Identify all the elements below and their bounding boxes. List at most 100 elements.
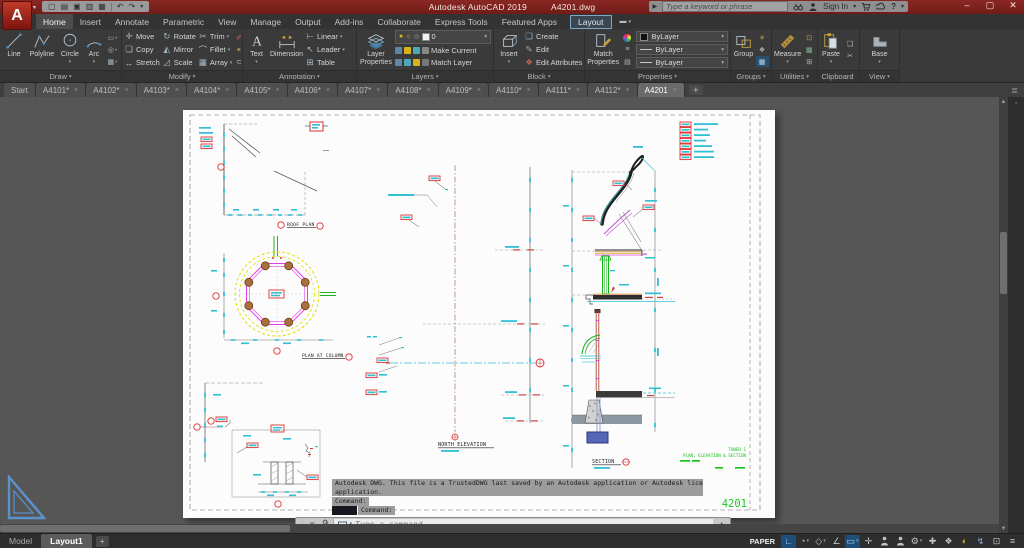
close-tab-icon[interactable]: × bbox=[527, 87, 531, 94]
ellipse-tool-icon[interactable]: ◎ bbox=[106, 44, 119, 55]
lineweight-list-icon[interactable]: ≡ bbox=[621, 44, 634, 55]
base-button[interactable]: Base bbox=[867, 30, 893, 69]
utilities-panel-label[interactable]: Utilities bbox=[772, 70, 817, 82]
linear-button[interactable]: ⊢Linear▾ bbox=[305, 30, 351, 43]
lineweight-dropdown[interactable]: ByLayer bbox=[636, 44, 728, 55]
file-tab[interactable]: A4112*× bbox=[588, 83, 638, 97]
app-store-cart-icon[interactable] bbox=[861, 2, 871, 12]
isometric-drafting-icon[interactable]: ◇ bbox=[813, 535, 828, 548]
table-button[interactable]: ⊞Table bbox=[305, 56, 351, 69]
scale-button[interactable]: ◿Scale bbox=[162, 56, 196, 69]
application-menu-arrow-icon[interactable]: ▾ bbox=[33, 4, 36, 11]
file-tabs-menu-icon[interactable]: ≣ bbox=[1011, 83, 1018, 97]
autodesk-account-icon[interactable] bbox=[876, 2, 886, 12]
calculator-icon[interactable]: ⊞ bbox=[803, 56, 816, 67]
array-button[interactable]: ▦Array▾ bbox=[198, 56, 231, 69]
color-wheel-icon[interactable] bbox=[621, 32, 634, 43]
explode-icon[interactable]: ✴ bbox=[233, 44, 242, 55]
horizontal-scroll-thumb[interactable] bbox=[0, 525, 290, 532]
ribbon-tab-parametric[interactable]: Parametric bbox=[156, 14, 211, 29]
close-tab-icon[interactable]: × bbox=[626, 87, 630, 94]
layer-dropdown[interactable]: ● ☼ ⊙ 0 bbox=[395, 30, 491, 44]
close-tab-icon[interactable]: × bbox=[225, 87, 229, 94]
insert-button[interactable]: Insert bbox=[496, 30, 522, 69]
grid-snap-icon[interactable]: ∟ bbox=[781, 535, 796, 548]
ungroup-icon[interactable]: ✳ bbox=[756, 32, 769, 43]
search-go-icon[interactable]: ▶ bbox=[653, 3, 658, 10]
copy-button[interactable]: ❏Copy bbox=[124, 43, 160, 56]
help-icon[interactable]: ? bbox=[891, 2, 896, 11]
scroll-up-icon[interactable]: ▲ bbox=[999, 97, 1008, 106]
file-tab[interactable]: A4104*× bbox=[187, 83, 237, 97]
file-tab[interactable]: A4103*× bbox=[137, 83, 187, 97]
sign-in-button[interactable]: Sign In bbox=[823, 2, 848, 11]
polar-tracking-icon[interactable]: ◔ bbox=[797, 535, 812, 548]
arc-button[interactable]: Arc bbox=[84, 30, 104, 69]
osnap-tracking-icon[interactable]: ∠ bbox=[829, 535, 844, 548]
leader-button[interactable]: ↖Leader▾ bbox=[305, 43, 351, 56]
close-tab-icon[interactable]: × bbox=[376, 87, 380, 94]
maximize-button[interactable]: ▢ bbox=[985, 0, 995, 11]
file-tab-start[interactable]: Start bbox=[4, 83, 36, 97]
clean-screen-icon[interactable]: ⊡ bbox=[989, 535, 1004, 548]
ribbon-tab-output[interactable]: Output bbox=[288, 14, 328, 29]
file-tab-active[interactable]: A4201× bbox=[638, 83, 685, 97]
dock-panel-icon[interactable]: ▫ bbox=[1015, 100, 1017, 107]
close-tab-icon[interactable]: × bbox=[576, 87, 580, 94]
workspace-switching-icon[interactable]: ⚙ bbox=[909, 535, 924, 548]
horizontal-scrollbar[interactable] bbox=[0, 524, 999, 533]
drawing-canvas[interactable]: ROOF PLAN bbox=[0, 97, 1024, 533]
ribbon-tab-addins[interactable]: Add-ins bbox=[328, 14, 371, 29]
modify-panel-label[interactable]: Modify bbox=[122, 70, 242, 82]
annotation-visibility-icon[interactable] bbox=[877, 535, 892, 548]
scroll-down-icon[interactable]: ▼ bbox=[999, 524, 1008, 533]
group-button[interactable]: Group bbox=[733, 30, 754, 69]
paper-space-label[interactable]: PAPER bbox=[750, 537, 775, 546]
search-icon[interactable] bbox=[793, 2, 803, 12]
polyline-button[interactable]: Polyline bbox=[28, 30, 56, 69]
graphics-performance-icon[interactable]: ↯ bbox=[973, 535, 988, 548]
annotation-panel-label[interactable]: Annotation bbox=[243, 70, 356, 82]
line-button[interactable]: Line bbox=[2, 30, 26, 69]
ribbon-tab-featured-apps[interactable]: Featured Apps bbox=[495, 14, 564, 29]
close-tab-icon[interactable]: × bbox=[125, 87, 129, 94]
block-panel-label[interactable]: Block bbox=[494, 70, 584, 82]
dimension-button[interactable]: Dimension bbox=[270, 30, 303, 69]
customization-icon[interactable]: ≡ bbox=[1005, 535, 1020, 548]
file-tab[interactable]: A4106*× bbox=[288, 83, 338, 97]
quick-select-icon[interactable]: ▩ bbox=[803, 44, 816, 55]
measure-button[interactable]: Measure bbox=[774, 30, 801, 69]
edit-block-button[interactable]: ✎Edit bbox=[524, 43, 582, 56]
linetype-dropdown[interactable]: ByLayer bbox=[636, 57, 728, 68]
ribbon-display-toggle[interactable]: ▬▾ bbox=[620, 14, 632, 29]
draw-panel-label[interactable]: Draw bbox=[0, 70, 121, 82]
clipboard-panel-label[interactable]: Clipboard bbox=[818, 70, 859, 82]
close-tab-icon[interactable]: × bbox=[74, 87, 78, 94]
close-tab-icon[interactable]: × bbox=[326, 87, 330, 94]
layer-properties-button[interactable]: Layer Properties bbox=[359, 30, 393, 69]
application-menu-button[interactable]: A bbox=[2, 1, 32, 30]
erase-icon[interactable]: ✐ bbox=[233, 32, 242, 43]
ribbon-tab-collaborate[interactable]: Collaborate bbox=[370, 14, 427, 29]
make-current-button[interactable]: Make Current bbox=[395, 44, 491, 57]
close-tab-icon[interactable]: × bbox=[673, 87, 677, 94]
ribbon-tab-home[interactable]: Home bbox=[36, 14, 73, 29]
edit-attributes-button[interactable]: ❖Edit Attributes▾ bbox=[524, 56, 582, 69]
object-snap-icon[interactable]: ▭ bbox=[845, 535, 860, 548]
sign-in-dropdown-icon[interactable]: ▾ bbox=[853, 3, 856, 10]
circle-button[interactable]: Circle bbox=[58, 30, 82, 69]
groups-panel-label[interactable]: Groups bbox=[731, 70, 771, 82]
ribbon-tab-insert[interactable]: Insert bbox=[73, 14, 108, 29]
close-tab-icon[interactable]: × bbox=[276, 87, 280, 94]
ribbon-tab-layout[interactable]: Layout bbox=[570, 15, 612, 29]
group-selection-icon[interactable]: ▦ bbox=[756, 56, 769, 67]
search-input[interactable]: Type a keyword or phrase bbox=[662, 1, 788, 12]
file-tab[interactable]: A4111*× bbox=[539, 83, 588, 97]
move-button[interactable]: ✛Move bbox=[124, 30, 160, 43]
stretch-button[interactable]: ↔Stretch bbox=[124, 56, 160, 69]
trim-button[interactable]: ✂Trim▾ bbox=[198, 30, 231, 43]
mirror-button[interactable]: ◭Mirror bbox=[162, 43, 196, 56]
model-tab[interactable]: Model bbox=[0, 534, 41, 548]
file-tab[interactable]: A4101*× bbox=[36, 83, 86, 97]
file-tab[interactable]: A4102*× bbox=[86, 83, 136, 97]
